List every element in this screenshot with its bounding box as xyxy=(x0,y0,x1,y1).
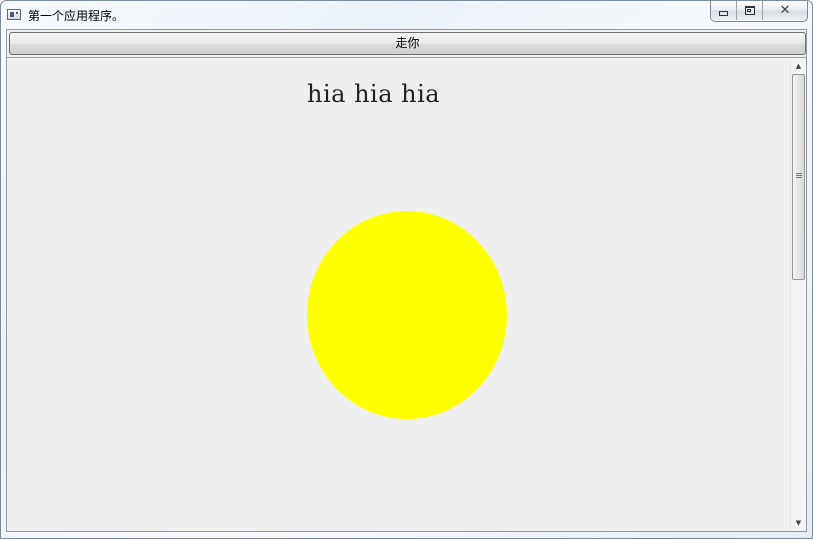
client-area: 走你 hia hia hia ▲ ▼ xyxy=(6,29,807,532)
close-icon: ✕ xyxy=(779,3,791,18)
title-bar[interactable]: 第一个应用程序。 ✕ xyxy=(1,1,812,29)
canvas-text: hia hia hia xyxy=(307,80,441,108)
scroll-down-arrow-icon[interactable]: ▼ xyxy=(791,515,806,531)
go-button[interactable]: 走你 xyxy=(9,32,806,55)
maximize-icon xyxy=(744,6,755,15)
app-window: 第一个应用程序。 ✕ 走你 hia hia hia ▲ ▼ xyxy=(0,0,813,539)
grip-icon xyxy=(796,173,802,179)
window-title: 第一个应用程序。 xyxy=(28,9,125,23)
close-button[interactable]: ✕ xyxy=(763,1,807,20)
scroll-area[interactable]: hia hia hia ▲ ▼ xyxy=(7,57,806,531)
drawing-canvas: hia hia hia xyxy=(7,58,790,531)
vertical-scrollbar[interactable]: ▲ ▼ xyxy=(790,58,806,531)
app-window-icon[interactable] xyxy=(7,9,21,20)
caption-buttons: ✕ xyxy=(710,1,808,22)
minimize-icon xyxy=(719,10,728,16)
yellow-circle xyxy=(307,211,507,419)
scroll-thumb[interactable] xyxy=(792,74,805,280)
minimize-button[interactable] xyxy=(711,1,737,20)
scroll-up-arrow-icon[interactable]: ▲ xyxy=(791,58,806,74)
maximize-button[interactable] xyxy=(737,1,763,20)
